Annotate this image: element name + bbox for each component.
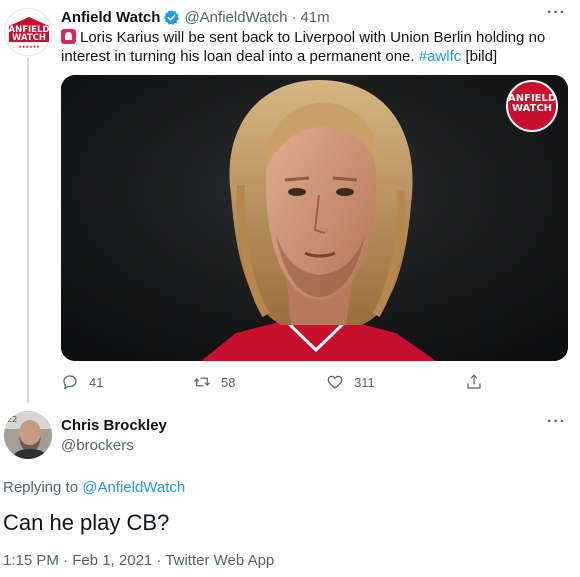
more-options-icon[interactable]: ··· (547, 413, 566, 431)
tweet-header: Anfield Watch @AnfieldWatch · 41m (61, 7, 330, 27)
replying-to-handle[interactable]: @AnfieldWatch (82, 479, 185, 496)
reply-count: 41 (89, 374, 104, 390)
svg-text:WATCH: WATCH (12, 33, 46, 43)
heart-icon (327, 375, 343, 389)
replying-to: Replying to @AnfieldWatch (3, 479, 185, 496)
tweet-text: Loris Karius will be sent back to Liverp… (61, 28, 567, 66)
more-options-icon[interactable]: ··· (547, 4, 566, 22)
reply-meta[interactable]: 1:15 PM · Feb 1, 2021 · Twitter Web App (3, 552, 274, 569)
player-photo (61, 75, 568, 361)
reply-text: Can he play CB? (3, 510, 170, 535)
like-count: 311 (354, 374, 375, 390)
retweet-icon (194, 377, 210, 387)
retweet-button[interactable]: 58 (193, 373, 235, 391)
author-handle[interactable]: @AnfieldWatch (184, 9, 287, 26)
reply-icon (63, 375, 77, 390)
share-icon (467, 374, 481, 389)
share-button[interactable] (465, 373, 493, 391)
reply-author-handle[interactable]: @brockers (61, 437, 134, 454)
quoted-tweet: ANFIELD WATCH ★★★★★★ Anfield Watch @Anfi… (0, 0, 580, 403)
retweet-count: 58 (221, 374, 236, 390)
hashtag-link[interactable]: #awlfc (419, 48, 462, 65)
reply-button[interactable]: 41 (61, 373, 103, 391)
tweet-actions: 41 58 311 (61, 373, 521, 393)
like-button[interactable]: 311 (326, 373, 375, 391)
thread-line (27, 58, 29, 403)
tweet-source-tag: [bild] (465, 48, 498, 65)
chris-brockley-avatar[interactable]: 22 (4, 411, 52, 459)
tweet-time[interactable]: 41m (301, 9, 330, 26)
anfield-watch-avatar[interactable]: ANFIELD WATCH ★★★★★★ (4, 8, 52, 56)
svg-text:22: 22 (7, 415, 17, 424)
anfield-watch-watermark: ANFIELD WATCH (506, 80, 558, 132)
siren-emoji-icon (61, 29, 76, 44)
dot-separator: · (291, 8, 297, 26)
tweet-image[interactable]: ANFIELD WATCH (61, 75, 568, 361)
svg-text:★★★★★★: ★★★★★★ (18, 44, 40, 49)
verified-badge-icon (164, 9, 180, 25)
reply-tweet: 22 Chris Brockley @brockers ··· Replying… (0, 403, 580, 577)
reply-author-name[interactable]: Chris Brockley (61, 417, 167, 434)
replying-to-label: Replying to (3, 479, 79, 496)
author-name[interactable]: Anfield Watch (61, 9, 160, 26)
